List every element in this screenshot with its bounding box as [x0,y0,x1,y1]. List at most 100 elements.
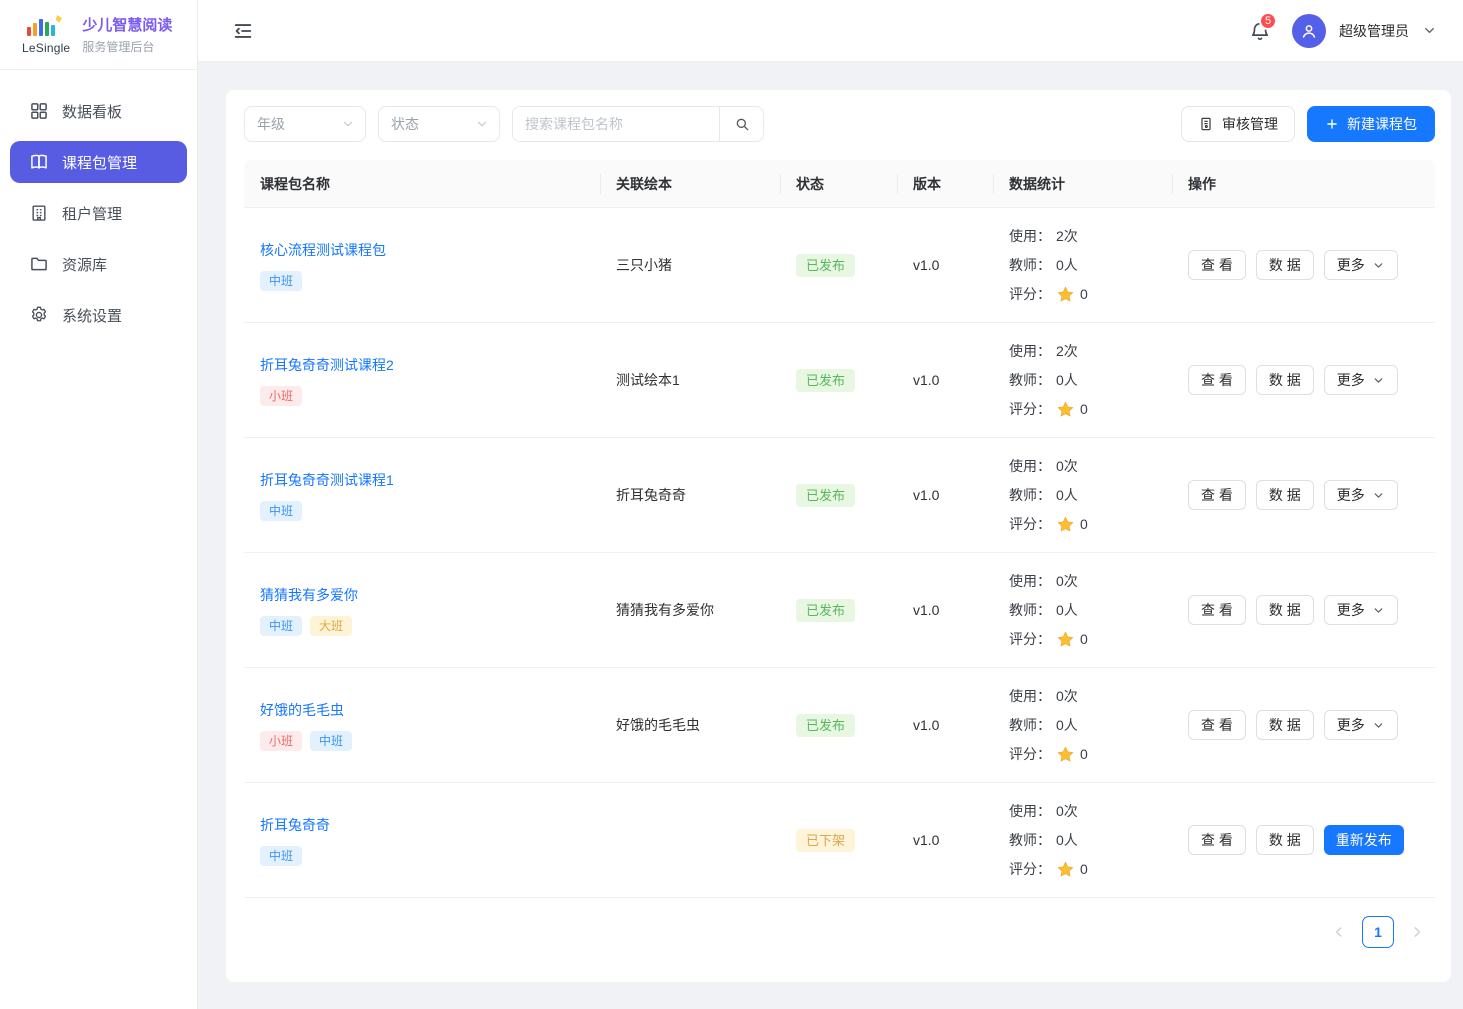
data-button[interactable]: 数 据 [1256,250,1314,280]
package-name-link[interactable]: 核心流程测试课程包 [260,240,386,260]
sidebar-item-resources[interactable]: 资源库 [10,243,187,285]
pagination-next-button[interactable] [1409,924,1425,940]
sidebar-item-label: 资源库 [62,254,107,275]
gear-icon [29,305,49,325]
more-button[interactable]: 更多 [1324,710,1398,740]
audit-management-button[interactable]: 审核管理 [1181,106,1295,142]
main-content: 年级 状态 [198,62,1463,1009]
status-cell: 已下架 [780,829,897,852]
audit-icon [1198,116,1214,132]
book-cell: 三只小猪 [600,255,780,275]
chevron-down-icon[interactable] [1422,23,1437,38]
actions-cell: 查 看 数 据 更多 [1172,595,1435,625]
create-button-label: 新建课程包 [1347,114,1417,134]
version-cell: v1.0 [897,372,993,388]
actions-cell: 查 看 数 据 更多 [1172,480,1435,510]
grade-tag: 小班 [260,731,302,751]
pagination-prev-button[interactable] [1331,924,1347,940]
table-row: 核心流程测试课程包 中班 三只小猪 已发布 v1.0 使用：2次 教师：0人 评… [244,208,1435,323]
version-cell: v1.0 [897,717,993,733]
notification-bell[interactable]: 5 [1249,20,1271,42]
package-cell: 折耳兔奇奇测试课程1 中班 [244,470,600,521]
book-cell: 折耳兔奇奇 [600,485,780,505]
package-cell: 猜猜我有多爱你 中班 大班 [244,585,600,636]
package-name-link[interactable]: 好饿的毛毛虫 [260,700,344,720]
sidebar-item-tenants[interactable]: 租户管理 [10,192,187,234]
chevron-down-icon [475,117,489,131]
chevron-right-icon [1409,924,1425,940]
search-button[interactable] [719,107,763,141]
search-input[interactable] [513,107,719,141]
more-button[interactable]: 更多 [1324,595,1398,625]
stats-cell: 使用：2次 教师：0人 评分： 0 [993,226,1172,304]
status-badge: 已下架 [796,829,855,852]
status-filter-select[interactable]: 状态 [378,106,500,142]
data-button[interactable]: 数 据 [1256,825,1314,855]
table-row: 折耳兔奇奇测试课程1 中班 折耳兔奇奇 已发布 v1.0 使用：0次 教师：0人… [244,438,1435,553]
status-badge: 已发布 [796,484,855,507]
package-name-link[interactable]: 猜猜我有多爱你 [260,585,358,605]
sidebar-collapse-button[interactable] [232,20,254,42]
grade-tag: 中班 [260,271,302,291]
person-icon [1299,21,1319,41]
grade-tag: 小班 [260,386,302,406]
view-button[interactable]: 查 看 [1188,250,1246,280]
user-name[interactable]: 超级管理员 [1339,21,1409,41]
audit-button-label: 审核管理 [1222,114,1278,134]
more-button[interactable]: 更多 [1324,365,1398,395]
view-button[interactable]: 查 看 [1188,825,1246,855]
view-button[interactable]: 查 看 [1188,595,1246,625]
package-name-link[interactable]: 折耳兔奇奇 [260,815,330,835]
stats-cell: 使用：0次 教师：0人 评分： 0 [993,456,1172,534]
star-icon [1056,860,1075,879]
data-button[interactable]: 数 据 [1256,595,1314,625]
app-title: 少儿智慧阅读 [82,14,172,35]
chevron-down-icon [1372,604,1385,617]
pagination: 1 [244,898,1435,948]
column-header: 关联绘本 [600,174,780,194]
content-card: 年级 状态 [226,90,1451,982]
table-header-row: 课程包名称 关联绘本 状态 版本 数据统计 操作 [244,160,1435,208]
sidebar-menu: 数据看板 课程包管理 租户管理 [0,70,197,336]
status-filter-value: 状态 [391,114,419,134]
chevron-down-icon [341,117,355,131]
chevron-down-icon [1372,489,1385,502]
data-button[interactable]: 数 据 [1256,480,1314,510]
status-badge: 已发布 [796,254,855,277]
view-button[interactable]: 查 看 [1188,710,1246,740]
sidebar-item-dashboard[interactable]: 数据看板 [10,90,187,132]
grade-filter-select[interactable]: 年级 [244,106,366,142]
chevron-down-icon [1372,374,1385,387]
folder-icon [29,254,49,274]
app-logo[interactable]: LeSingle 少儿智慧阅读 服务管理后台 [0,0,197,70]
logo-brand-text: LeSingle [22,41,70,55]
plus-icon [1325,117,1339,131]
status-badge: 已发布 [796,599,855,622]
republish-button[interactable]: 重新发布 [1324,825,1404,855]
pagination-page-1[interactable]: 1 [1362,916,1394,948]
sidebar-item-settings[interactable]: 系统设置 [10,294,187,336]
logo-bars-icon: LeSingle [22,14,70,55]
user-avatar[interactable] [1292,14,1326,48]
data-button[interactable]: 数 据 [1256,710,1314,740]
filter-toolbar: 年级 状态 [244,106,1435,142]
version-cell: v1.0 [897,602,993,618]
version-cell: v1.0 [897,832,993,848]
more-button[interactable]: 更多 [1324,250,1398,280]
table-row: 折耳兔奇奇测试课程2 小班 测试绘本1 已发布 v1.0 使用：2次 教师：0人… [244,323,1435,438]
chevron-down-icon [1372,259,1385,272]
package-name-link[interactable]: 折耳兔奇奇测试课程1 [260,470,394,490]
grade-filter-value: 年级 [257,114,285,134]
grade-tag: 中班 [260,501,302,521]
sidebar-item-course-packages[interactable]: 课程包管理 [10,141,187,183]
data-button[interactable]: 数 据 [1256,365,1314,395]
course-package-table: 课程包名称 关联绘本 状态 版本 数据统计 操作 核心流程测试课程包 中班 [244,160,1435,898]
dashboard-icon [29,101,49,121]
view-button[interactable]: 查 看 [1188,480,1246,510]
create-package-button[interactable]: 新建课程包 [1307,106,1435,142]
package-name-link[interactable]: 折耳兔奇奇测试课程2 [260,355,394,375]
status-cell: 已发布 [780,714,897,737]
view-button[interactable]: 查 看 [1188,365,1246,395]
more-button[interactable]: 更多 [1324,480,1398,510]
actions-cell: 查 看 数 据 重新发布 [1172,825,1435,855]
